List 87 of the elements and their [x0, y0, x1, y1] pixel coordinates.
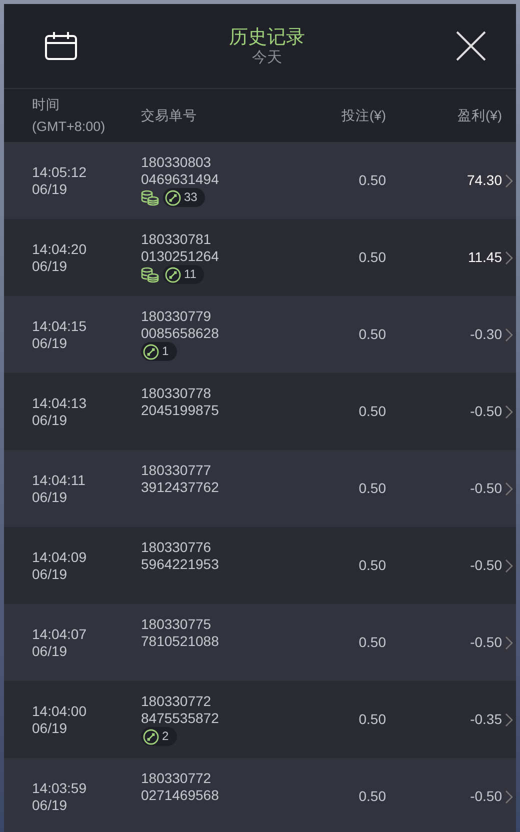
history-row[interactable]: 14:04:07 06/19 180330775 7810521088 0.50 -0.50 [4, 604, 516, 681]
window-title: 历史记录 [229, 26, 305, 48]
chevron-icon [505, 328, 513, 342]
order-number: 7810521088 [141, 632, 220, 650]
calendar-icon [44, 31, 78, 61]
bet-amount: 0.50 [358, 711, 386, 728]
order-number: 180330777 [141, 462, 212, 478]
order-number: 0271469568 [141, 786, 220, 804]
profit-amount: 74.30 [466, 172, 502, 189]
spin-count-badge: 1 [141, 342, 177, 361]
profit-amount: -0.50 [469, 634, 502, 651]
order-number: 0130251264 [141, 248, 220, 264]
time-text: 14:04:11 [32, 472, 86, 488]
time-text: 14:04:13 [32, 394, 88, 412]
profit-amount: -0.50 [469, 403, 502, 420]
profit-amount: 11.45 [467, 249, 502, 266]
bet-amount: 0.50 [358, 788, 386, 805]
time-text: 14:04:09 [32, 548, 88, 566]
chevron-icon [505, 790, 513, 804]
profit-amount: -0.50 [469, 480, 502, 497]
time-text: 14:04:07 [32, 626, 88, 642]
spin-count-badge: 33 [163, 188, 206, 207]
spin-icon [165, 190, 181, 206]
order-number: 5964221953 [141, 556, 220, 572]
chevron-icon [505, 482, 513, 496]
order-number: 8475535872 [141, 710, 220, 726]
date-text: 06/19 [32, 412, 68, 428]
profit-amount: -0.50 [469, 557, 502, 574]
date-text: 06/19 [32, 566, 68, 582]
order-number: 0469631494 [141, 170, 220, 188]
chevron-icon [505, 636, 513, 650]
history-row[interactable]: 14:05:12 06/19 180330803 0469631494 33 0.50 74.30 [4, 142, 516, 219]
time-text: 14:04:20 [32, 240, 88, 258]
date-text: 06/19 [32, 488, 68, 506]
column-header: 盈利(¥) [456, 106, 502, 124]
order-number: 2045199875 [141, 402, 220, 418]
spin-count-badge: 2 [141, 727, 177, 746]
bet-amount: 0.50 [358, 480, 386, 497]
date-text: 06/19 [32, 642, 68, 660]
date-text: 06/19 [32, 720, 68, 736]
date-text: 06/19 [32, 796, 68, 814]
chevron-icon [505, 404, 513, 418]
chevron-icon [505, 558, 513, 572]
column-header: 交易单号 [141, 106, 198, 124]
chevron-icon [505, 174, 513, 188]
bet-amount: 0.50 [358, 249, 386, 266]
close-icon [456, 31, 486, 61]
close-button[interactable] [456, 31, 486, 61]
order-number: 180330775 [141, 616, 212, 632]
date-filter: 今天 [252, 48, 282, 66]
order-number: 3912437762 [141, 478, 220, 496]
profit-amount: -0.50 [469, 788, 502, 805]
bet-amount: 0.50 [358, 326, 386, 343]
date-text: 06/19 [32, 258, 68, 274]
history-row[interactable]: 14:03:59 06/19 180330772 0271469568 0.50 -0.50 [4, 758, 516, 832]
order-number: 180330803 [141, 154, 212, 170]
date-text: 06/19 [32, 334, 68, 352]
bet-amount: 0.50 [358, 403, 386, 420]
order-number: 180330772 [141, 770, 212, 786]
column-header: (GMT+8:00) [32, 118, 106, 136]
calendar-button[interactable] [44, 31, 78, 61]
order-number: 0085658628 [141, 324, 220, 342]
profit-amount: -0.35 [469, 711, 502, 728]
order-number: 180330776 [141, 538, 212, 556]
date-text: 06/19 [32, 180, 68, 198]
time-text: 14:05:12 [32, 164, 88, 180]
profit-amount: -0.30 [469, 326, 502, 343]
history-row[interactable]: 14:04:15 06/19 180330779 0085658628 1 0.50 -0.30 [4, 296, 516, 373]
spin-icon [165, 266, 181, 282]
order-number: 180330778 [141, 384, 212, 402]
spin-count-badge: 11 [163, 265, 204, 284]
chevron-icon [505, 712, 513, 726]
order-number: 180330772 [141, 692, 212, 710]
order-number: 180330779 [141, 308, 212, 324]
time-text: 14:03:59 [32, 780, 88, 796]
order-number: 180330781 [141, 230, 212, 248]
spin-icon [143, 344, 159, 360]
chevron-icon [505, 250, 513, 264]
bet-amount: 0.50 [358, 557, 386, 574]
time-text: 14:04:00 [32, 702, 88, 720]
time-text: 14:04:15 [32, 318, 88, 334]
column-header: 时间 [32, 96, 61, 114]
spin-icon [143, 728, 159, 744]
bet-amount: 0.50 [358, 172, 386, 189]
bet-amount: 0.50 [358, 634, 386, 651]
history-row[interactable]: 14:04:11 06/19 180330777 3912437762 0.50 -0.50 [4, 450, 516, 527]
column-header: 投注(¥) [340, 106, 386, 124]
